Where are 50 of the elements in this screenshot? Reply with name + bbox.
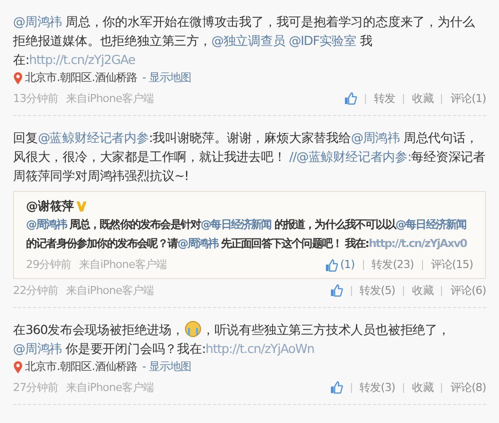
action-link[interactable]: 收藏 bbox=[412, 90, 434, 107]
post-source: 来自iPhone客户端 bbox=[66, 282, 154, 298]
short-link[interactable]: http://t.cn/zYjAoWn bbox=[206, 341, 314, 356]
post-time: 29分钟前 bbox=[26, 257, 71, 273]
action-link[interactable]: 转发(3) bbox=[360, 380, 396, 396]
location-text: 北京市.朝阳区.酒仙桥路 bbox=[25, 70, 138, 86]
action-link[interactable]: 评论(1) bbox=[450, 90, 486, 107]
short-link[interactable]: http://t.cn/zYj2GAe bbox=[29, 52, 136, 67]
mention-link[interactable]: @蓝鲸财经记者内参 bbox=[38, 130, 149, 145]
mention-link[interactable]: @周鸿祎 bbox=[13, 341, 62, 356]
emoji-icon bbox=[184, 321, 201, 337]
mention-link[interactable]: @每日经济新闻 bbox=[200, 218, 272, 231]
mention-link[interactable]: @周鸿祎 bbox=[13, 14, 62, 29]
action-link[interactable]: 收藏 bbox=[412, 282, 434, 299]
action-link[interactable]: 转发(5) bbox=[360, 282, 396, 299]
post-time: 13分钟前 bbox=[13, 90, 58, 106]
post-source: 来自iPhone客户端 bbox=[66, 380, 154, 396]
show-map-link[interactable]: - 显示地图 bbox=[142, 70, 192, 86]
action-link[interactable]: 转发 bbox=[374, 90, 396, 107]
action-link[interactable]: 收藏 bbox=[412, 380, 434, 396]
location-text: 北京市.朝阳区.酒仙桥路 bbox=[25, 359, 138, 375]
quote-author[interactable]: @谢筱萍 bbox=[26, 197, 74, 215]
action-link[interactable]: 评论(15) bbox=[430, 257, 473, 274]
post-time: 27分钟前 bbox=[13, 380, 58, 396]
post-text: @周鸿祎 周总，你的水军开始在微博攻击我了，我可是抱着学习的态度来了，为什么拒绝报道媒体。也拒绝独立第三方，@独立调查员 @IDF实验室 我在:http://t.cn/zYj2GAe bbox=[13, 13, 476, 69]
thumbs-up-icon[interactable] bbox=[344, 92, 357, 106]
post-source: 来自iPhone客户端 bbox=[66, 90, 154, 106]
action-link[interactable]: 评论(6) bbox=[450, 282, 486, 299]
post-time: 22分钟前 bbox=[13, 282, 58, 298]
thumbs-up-icon[interactable] bbox=[330, 284, 343, 298]
like-count[interactable]: (1) bbox=[340, 257, 355, 274]
mention-link[interactable]: @每日经济新闻 bbox=[395, 218, 466, 231]
short-link[interactable]: http://t.cn/zYjAxv0 bbox=[368, 237, 467, 250]
mention-link[interactable]: @周鸿祎 bbox=[178, 237, 218, 250]
action-link[interactable]: 转发(23) bbox=[372, 257, 414, 274]
mention-link[interactable]: @独立调查员 bbox=[211, 33, 289, 48]
mention-link[interactable]: @IDF实验室 bbox=[288, 33, 356, 48]
mention-link[interactable]: @周鸿祎 bbox=[350, 130, 400, 145]
action-link[interactable]: 评论(8) bbox=[450, 380, 486, 396]
show-map-link[interactable]: - 显示地图 bbox=[142, 359, 192, 376]
location-pin-icon bbox=[13, 72, 23, 85]
location-pin-icon bbox=[13, 360, 23, 374]
thumbs-up-icon[interactable] bbox=[325, 258, 338, 272]
post-text: 回复@蓝鲸财经记者内参:我叫谢晓萍。谢谢，麻烦大家替我给@周鸿祎 周总代句话，风很大，很冷，大家都是工作啊，就让我进去吧！ //@蓝鲸财经记者内参:每经资深记者周筱萍同学对周鸿祎强烈抗议~! bbox=[13, 129, 486, 185]
mention-link[interactable]: //@蓝鲸财经记者内参: bbox=[289, 149, 412, 164]
mention-link[interactable]: @周鸿祎 bbox=[26, 218, 66, 231]
quote-text: @周鸿祎 周总，既然你的发布会是针对@每日经济新闻 的报道，为什么我不可以以@每日经济新闻 的记者身份参加你的发布会呢？请@周鸿祎 先正面回答下这个问题吧！ 我在:http://t.cn/zYjAxv0 bbox=[26, 217, 468, 252]
post-text: 在360发布会现场被拒绝进场， ，听说有些独立第三方技术人员也被拒绝了， @周鸿祎 你是要开闭门会吗？我在:http://t.cn/zYjAoWn bbox=[13, 320, 451, 358]
post-source: 来自iPhone客户端 bbox=[79, 257, 167, 273]
thumbs-up-icon[interactable] bbox=[330, 381, 343, 394]
